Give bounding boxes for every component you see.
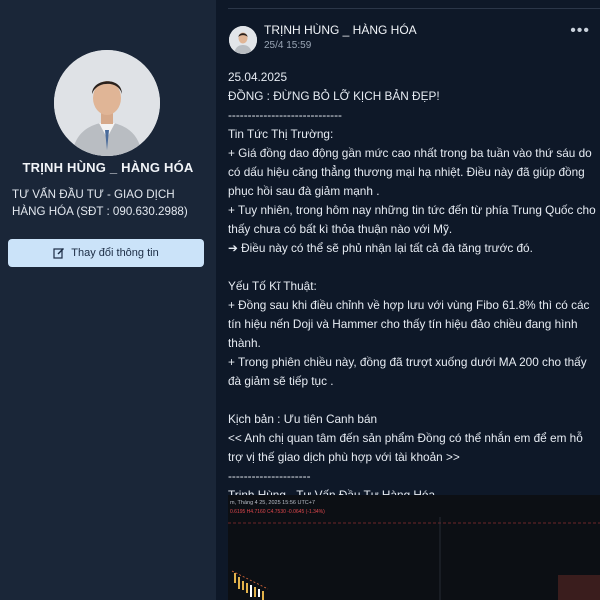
edit-icon xyxy=(53,247,65,259)
post-line: << Anh chị quan tâm đến sản phẩm Đồng có… xyxy=(228,431,583,464)
profile-avatar[interactable] xyxy=(54,50,160,156)
post-timestamp[interactable]: 25/4 15:59 xyxy=(264,40,311,51)
person-photo-icon xyxy=(229,26,257,54)
edit-profile-button[interactable]: Thay đổi thông tin xyxy=(8,239,204,267)
profile-name: TRỊNH HÙNG _ HÀNG HÓA xyxy=(22,160,194,175)
profile-description: TƯ VẤN ĐẦU TƯ - GIAO DỊCH HÀNG HÓA (SĐT … xyxy=(12,188,188,218)
post-line: Yếu Tố Kĩ Thuật: xyxy=(228,279,317,293)
divider xyxy=(228,8,600,9)
edit-profile-label: Thay đổi thông tin xyxy=(71,247,159,259)
more-options-icon[interactable]: ••• xyxy=(570,22,590,40)
post-line: Tin Tức Thị Trường: xyxy=(228,127,334,141)
post-line: ĐỒNG : ĐỪNG BỎ LỠ KỊCH BẢN ĐẸP! xyxy=(228,89,440,103)
post-line: --------------------- xyxy=(228,469,311,483)
post-line: + Giá đồng dao động gần mức cao nhất tro… xyxy=(228,146,592,198)
chart-ohlc-text: 0.6195 H4.7160 C4.7530 -0.0645 (-1.34%) xyxy=(230,509,325,515)
chart-screenshot: m, Tháng 4 25, 2025 15:56 UTC+7 0.6195 H… xyxy=(228,495,600,600)
person-photo-icon xyxy=(54,50,160,156)
post-line: ➔ Điều này có thể sẽ phủ nhận lại tất cả… xyxy=(228,241,533,255)
post-line: ----------------------------- xyxy=(228,108,342,122)
profile-panel: TRỊNH HÙNG _ HÀNG HÓA TƯ VẤN ĐẦU TƯ - GI… xyxy=(0,0,216,600)
post-card: TRỊNH HÙNG _ HÀNG HÓA 25/4 15:59 ••• 25.… xyxy=(216,0,600,600)
chart-header-text: m, Tháng 4 25, 2025 15:56 UTC+7 xyxy=(230,500,315,506)
post-line: + Trong phiên chiều này, đồng đã trượt x… xyxy=(228,355,587,388)
post-line: + Tuy nhiên, trong hôm nay những tin tức… xyxy=(228,203,596,236)
post-author-avatar[interactable] xyxy=(229,26,257,54)
post-author-name[interactable]: TRỊNH HÙNG _ HÀNG HÓA xyxy=(264,23,417,37)
post-line: 25.04.2025 xyxy=(228,70,288,84)
chart-image[interactable]: m, Tháng 4 25, 2025 15:56 UTC+7 0.6195 H… xyxy=(228,495,600,600)
post-line: + Đồng sau khi điều chỉnh về hợp lưu với… xyxy=(228,298,590,350)
post-text: 25.04.2025 ĐỒNG : ĐỪNG BỎ LỠ KỊCH BẢN ĐẸ… xyxy=(228,68,600,505)
post-line: Kịch bản : Ưu tiên Canh bán xyxy=(228,412,378,426)
